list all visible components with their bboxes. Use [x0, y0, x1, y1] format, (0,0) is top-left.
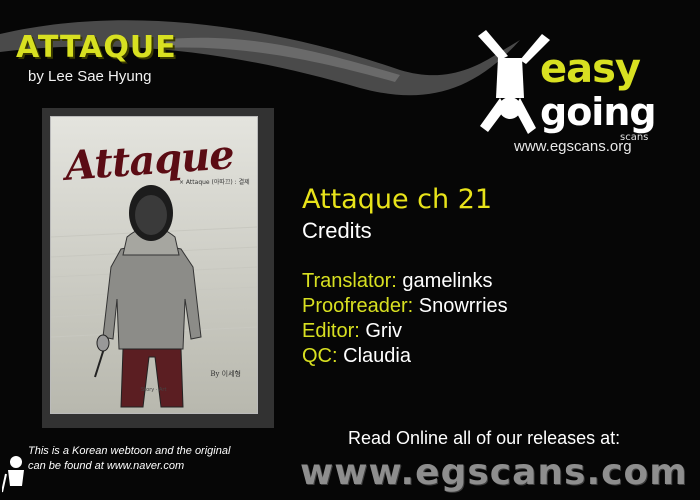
- read-online-text: Read Online all of our releases at:: [348, 428, 621, 448]
- site-url[interactable]: www.egscans.com: [300, 452, 688, 493]
- credits-heading: Credits: [302, 218, 372, 243]
- author-label: by Lee Sae Hyung: [28, 68, 152, 85]
- credits-page: ATTAQUE by Lee Sae Hyung Attaque × Attaq…: [0, 0, 700, 500]
- source-note: This is a Korean webtoon and the origina…: [28, 444, 230, 474]
- source-note-line2: can be found at www.naver.com: [28, 460, 185, 472]
- credit-name: Snowrries: [418, 295, 508, 317]
- credit-role: Translator:: [302, 270, 397, 292]
- credit-role: Proofreader:: [302, 295, 414, 317]
- group-url[interactable]: www.egscans.org: [514, 138, 632, 155]
- credit-role: Editor:: [302, 320, 360, 342]
- credit-translator: Translator: gamelinks: [302, 270, 492, 293]
- easygoing-logo: easy going scans: [470, 28, 670, 153]
- logo-easy-text: easy: [540, 46, 641, 92]
- cover-signature: By 이세형: [210, 370, 241, 378]
- cover-frame: Attaque × Attaque (아따끄) : 결제 By 이세형 Stor…: [42, 108, 274, 428]
- credit-qc: QC: Claudia: [302, 345, 411, 368]
- cover-credits-text: Story · Art: [141, 387, 167, 393]
- credit-role: QC:: [302, 345, 338, 367]
- logo-going-text: going: [540, 90, 657, 134]
- source-note-line1: This is a Korean webtoon and the origina…: [28, 445, 231, 457]
- chapter-title: Attaque ch 21: [302, 184, 493, 215]
- credit-name: Griv: [365, 320, 403, 342]
- cover-image: Attaque × Attaque (아따끄) : 결제 By 이세형 Stor…: [50, 116, 258, 414]
- fencer-mini-icon: [2, 456, 24, 493]
- credit-editor: Editor: Griv: [302, 320, 402, 343]
- credit-name: gamelinks: [402, 270, 493, 292]
- credit-proofreader: Proofreader: Snowrries: [302, 295, 508, 318]
- cover-subtitle: × Attaque (아따끄) : 결제: [179, 179, 250, 186]
- credit-name: Claudia: [343, 345, 411, 367]
- series-title: ATTAQUE: [16, 30, 177, 65]
